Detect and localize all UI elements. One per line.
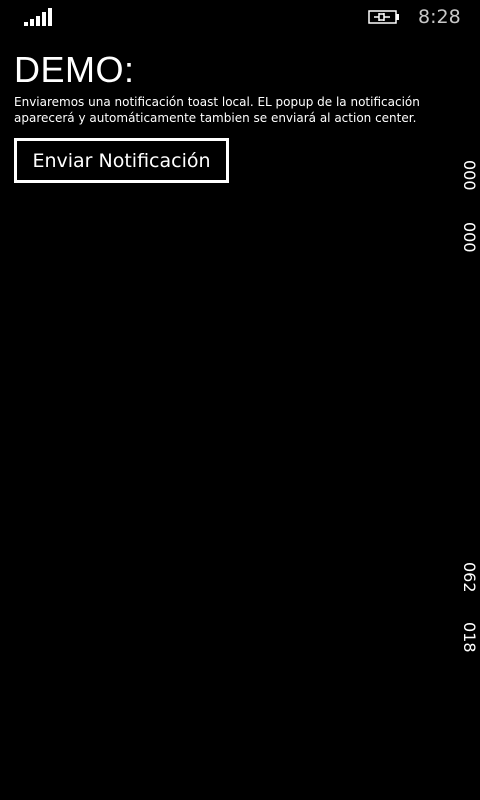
frame-counter: 000 [460, 222, 479, 253]
frame-counter: 018 [460, 622, 479, 653]
clock: 8:28 [418, 6, 461, 28]
signal-strength-icon [24, 8, 54, 26]
page-title: DEMO: [14, 49, 135, 90]
status-bar: 8:28 [0, 0, 480, 32]
battery-charging-icon [368, 10, 399, 24]
send-notification-button[interactable]: Enviar Notificación [14, 138, 229, 183]
description-text: Enviaremos una notificación toast local.… [14, 95, 420, 125]
frame-counter: 062 [460, 562, 479, 593]
frame-counter: 000 [460, 160, 479, 191]
